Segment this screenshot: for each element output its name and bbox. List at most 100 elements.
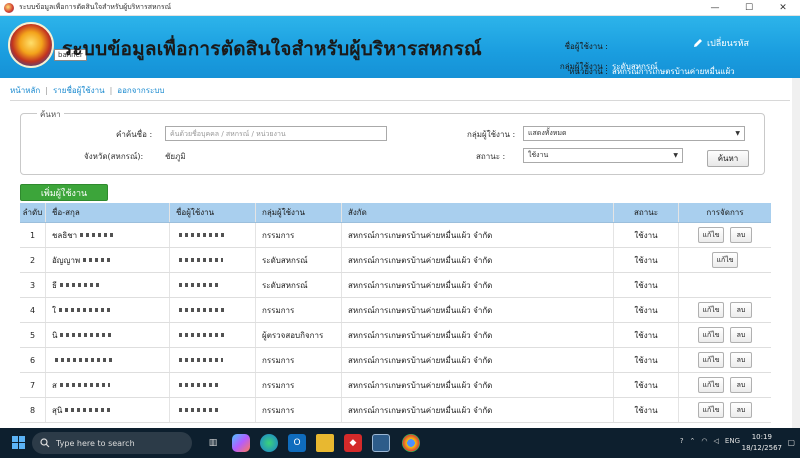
status-filter-label: สถานะ :	[476, 152, 506, 161]
row-username	[170, 248, 256, 272]
row-number: 4	[20, 298, 46, 322]
edge-icon[interactable]	[260, 434, 278, 452]
row-affiliation: สหกรณ์การเกษตรบ้านค่ายหมื่นแผ้ว จำกัด	[342, 373, 614, 397]
copilot-icon[interactable]	[232, 434, 250, 452]
row-status: ใช้งาน	[614, 248, 679, 272]
network-icon[interactable]: ◠	[701, 437, 707, 445]
row-number: 7	[20, 373, 46, 397]
site-title: ระบบข้อมูลเพื่อการตัดสินใจสำหรับผู้บริหา…	[62, 38, 482, 60]
change-password-button[interactable]: เปลี่ยนรหัส	[692, 36, 749, 50]
taskbar-search-placeholder: Type here to search	[56, 438, 135, 448]
status-filter-select[interactable]: ใช้งาน ▼	[523, 148, 683, 163]
language-indicator[interactable]: ENG	[725, 437, 740, 445]
clock-date: 18/12/2567	[741, 444, 782, 452]
row-affiliation: สหกรณ์การเกษตรบ้านค่ายหมื่นแผ้ว จำกัด	[342, 273, 614, 297]
delete-button[interactable]: ลบ	[730, 402, 752, 418]
row-status: ใช้งาน	[614, 298, 679, 322]
unit-value: สหกรณ์การเกษตรบ้านค่ายหมื่นแผ้ว	[612, 66, 735, 76]
change-password-label: เปลี่ยนรหัส	[707, 39, 749, 49]
row-number: 5	[20, 323, 46, 347]
help-icon[interactable]: ?	[680, 437, 684, 445]
redacted-text	[55, 358, 115, 362]
row-affiliation: สหกรณ์การเกษตรบ้านค่ายหมื่นแผ้ว จำกัด	[342, 223, 614, 247]
keyword-input[interactable]	[165, 126, 387, 141]
redacted-text	[179, 258, 223, 262]
delete-button[interactable]: ลบ	[730, 352, 752, 368]
volume-icon[interactable]: ◁	[714, 437, 719, 445]
row-username	[170, 273, 256, 297]
search-button[interactable]: ค้นหา	[707, 150, 749, 167]
chevron-up-icon[interactable]: ⌃	[690, 437, 696, 445]
row-name: ธี	[46, 273, 170, 297]
minimize-button[interactable]: —	[698, 0, 732, 16]
redacted-text	[179, 333, 225, 337]
row-number: 8	[20, 398, 46, 422]
edit-button[interactable]: แก้ไข	[698, 402, 724, 418]
taskbar-search[interactable]: Type here to search	[32, 432, 192, 454]
delete-button[interactable]: ลบ	[730, 327, 752, 343]
delete-button[interactable]: ลบ	[730, 302, 752, 318]
table-row: 6 กรรมการ สหกรณ์การเกษตรบ้านค่ายหมื่นแผ้…	[20, 348, 771, 373]
notification-icon[interactable]: ▢	[787, 438, 795, 447]
vertical-scrollbar[interactable]	[792, 78, 800, 428]
add-user-button[interactable]: เพิ่มผู้ใช้งาน	[20, 184, 108, 201]
group-filter-select[interactable]: แสดงทั้งหมด ▼	[523, 126, 745, 141]
row-number: 1	[20, 223, 46, 247]
edit-button[interactable]: แก้ไข	[698, 227, 724, 243]
close-button[interactable]: ✕	[766, 0, 800, 16]
task-view-icon[interactable]: ▥	[204, 434, 222, 452]
delete-button[interactable]: ลบ	[730, 377, 752, 393]
breadcrumb-separator: |	[45, 85, 48, 95]
header-unit-row: หน่วยงาน : สหกรณ์การเกษตรบ้านค่ายหมื่นแผ…	[520, 64, 790, 78]
edit-button[interactable]: แก้ไข	[712, 252, 738, 268]
row-username	[170, 398, 256, 422]
row-affiliation: สหกรณ์การเกษตรบ้านค่ายหมื่นแผ้ว จำกัด	[342, 248, 614, 272]
table-row: 3 ธี ระดับสหกรณ์ สหกรณ์การเกษตรบ้านค่ายห…	[20, 273, 771, 298]
row-actions: แก้ไข ลบ	[679, 323, 771, 347]
active-app-icon[interactable]	[372, 434, 390, 452]
edit-button[interactable]: แก้ไข	[698, 327, 724, 343]
table-header: ลำดับ ชื่อ-สกุล ชื่อผู้ใช้งาน กลุ่มผู้ใช…	[20, 203, 771, 223]
redacted-text	[83, 258, 114, 262]
delete-button[interactable]: ลบ	[730, 227, 752, 243]
col-header-group: กลุ่มผู้ใช้งาน	[256, 203, 342, 222]
table-row: 8 สุนิ กรรมการ สหกรณ์การเกษตรบ้านค่ายหมื…	[20, 398, 771, 423]
edit-button[interactable]: แก้ไข	[698, 377, 724, 393]
table-row: 1 ชลธิชา กรรมการ สหกรณ์การเกษตรบ้านค่ายห…	[20, 223, 771, 248]
windows-start-icon[interactable]	[12, 436, 25, 449]
anydesk-icon[interactable]: ◆	[344, 434, 362, 452]
edit-button[interactable]: แก้ไข	[698, 352, 724, 368]
row-number: 2	[20, 248, 46, 272]
redacted-text	[59, 383, 110, 387]
window-title: ระบบข้อมูลเพื่อการตัดสินใจสำหรับผู้บริหา…	[19, 3, 172, 11]
row-name: ชลธิชา	[46, 223, 170, 247]
clock-time: 10:19	[751, 433, 772, 441]
redacted-text	[179, 308, 225, 312]
redacted-text	[58, 308, 111, 312]
chrome-icon[interactable]	[402, 434, 420, 452]
chevron-down-icon: ▼	[735, 130, 740, 137]
file-explorer-icon[interactable]	[316, 434, 334, 452]
coop-logo	[8, 22, 54, 68]
breadcrumb-logout-link[interactable]: ออกจากระบบ	[117, 84, 164, 97]
outlook-icon[interactable]: O	[288, 434, 306, 452]
search-icon	[40, 438, 50, 448]
redacted-text	[179, 408, 221, 412]
taskbar-clock[interactable]: 10:19 18/12/2567	[742, 432, 782, 454]
row-name-text: อัญญาพ	[52, 255, 81, 265]
unit-label: หน่วยงาน :	[568, 66, 608, 76]
breadcrumb-users-link[interactable]: รายชื่อผู้ใช้งาน	[53, 84, 105, 97]
user-label: ชื่อผู้ใช้งาน :	[564, 41, 608, 51]
row-actions: แก้ไข	[679, 248, 771, 272]
row-status: ใช้งาน	[614, 323, 679, 347]
pencil-icon	[694, 39, 702, 47]
maximize-button[interactable]: ☐	[732, 0, 766, 16]
row-name: ใ	[46, 298, 170, 322]
system-tray: ? ⌃ ◠ ◁ ENG	[680, 437, 740, 445]
row-status: ใช้งาน	[614, 223, 679, 247]
province-value: ชัยภูมิ	[165, 152, 186, 161]
row-name: นิ	[46, 323, 170, 347]
breadcrumb-home-link[interactable]: หน้าหลัก	[10, 84, 40, 97]
edit-button[interactable]: แก้ไข	[698, 302, 724, 318]
table-row: 2 อัญญาพ ระดับสหกรณ์ สหกรณ์การเกษตรบ้านค…	[20, 248, 771, 273]
